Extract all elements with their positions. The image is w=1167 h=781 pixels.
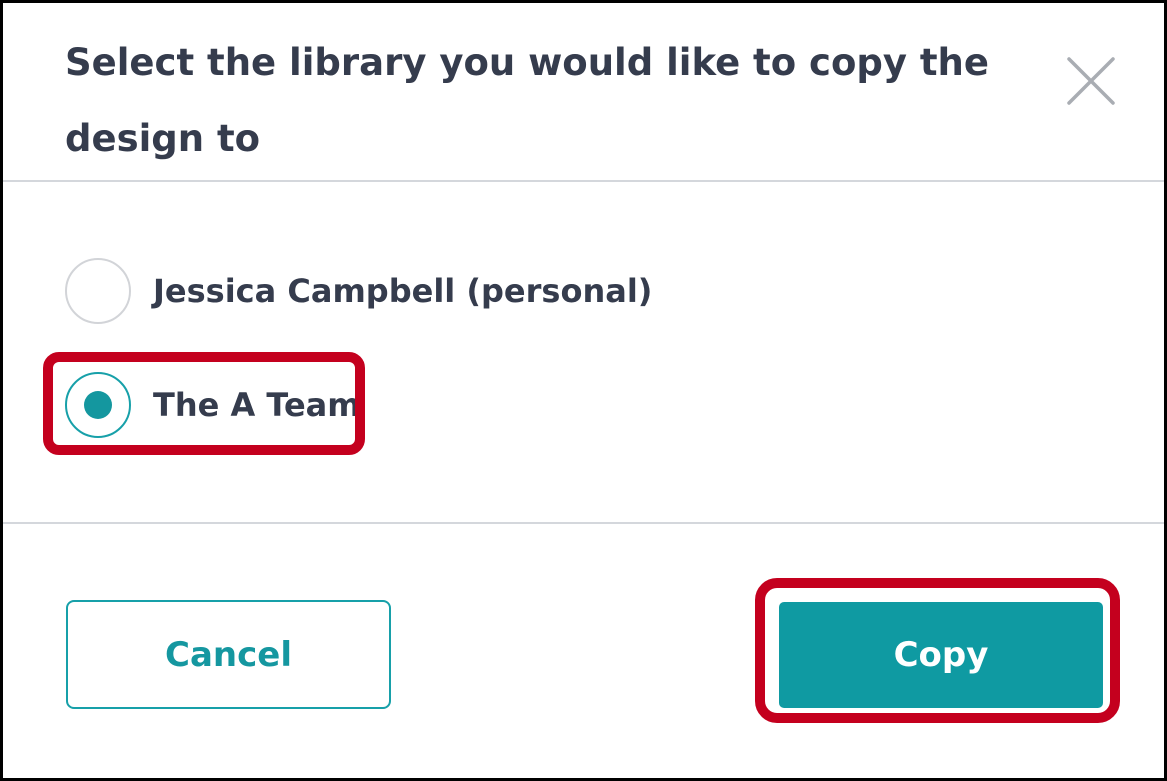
copy-design-dialog: Select the library you would like to cop… <box>0 0 1167 781</box>
dialog-header: Select the library you would like to cop… <box>3 3 1164 182</box>
library-options: Jessica Campbell (personal) The A Team <box>3 184 1164 524</box>
library-option-team[interactable]: The A Team <box>65 371 361 439</box>
library-option-personal[interactable]: Jessica Campbell (personal) <box>65 257 652 325</box>
library-option-label: Jessica Campbell (personal) <box>153 272 653 310</box>
close-button[interactable] <box>1065 55 1117 107</box>
copy-button[interactable]: Copy <box>776 599 1106 711</box>
radio-personal[interactable] <box>65 258 131 324</box>
close-icon <box>1067 57 1115 105</box>
library-option-label: The A Team <box>153 386 361 424</box>
dialog-title: Select the library you would like to cop… <box>65 41 989 160</box>
radio-team[interactable] <box>65 372 131 438</box>
cancel-button[interactable]: Cancel <box>66 600 391 709</box>
